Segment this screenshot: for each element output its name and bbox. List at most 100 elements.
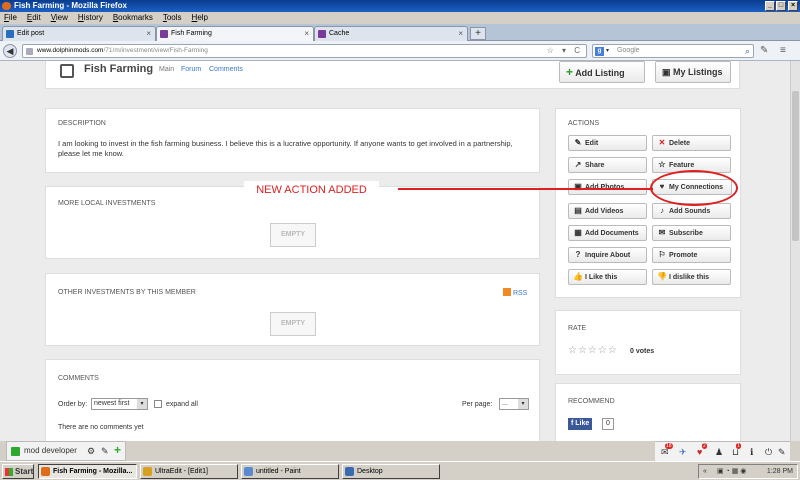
add-listing-label: Add Listing [575,68,625,78]
menu-tools[interactable]: Tools [163,12,182,24]
empty-badge: EMPTY [270,223,316,247]
delete-button[interactable]: ✕ Delete [652,135,731,151]
taskbar-paint[interactable]: untitled - Paint [241,464,339,479]
maximize-button[interactable]: □ [776,1,786,11]
new-tab-button[interactable]: + [470,27,486,40]
no-comments-text: There are no comments yet [58,424,144,431]
description-text: I am looking to invest in the fish farmi… [58,139,513,158]
user-icon[interactable]: ♟ [715,447,723,458]
url-bar[interactable]: www.dolphinmods.com/71/m/investment/view… [22,44,587,58]
taskbar-firefox[interactable]: Fish Farming - Mozilla... [38,464,137,479]
add-icon[interactable]: + [114,441,121,459]
add-videos-button[interactable]: ▤ Add Videos [568,203,647,219]
photo-icon: ▣ [574,182,582,191]
subnav-main[interactable]: Main [159,66,174,73]
annotation-ellipse [650,170,738,206]
scroll-thumb[interactable] [792,91,799,241]
subnav-comments[interactable]: Comments [209,66,243,73]
star-icon: ☆ [658,160,666,169]
chevron-down-icon[interactable]: ▾ [606,45,609,57]
like-button[interactable]: 👍 I Like this [568,269,647,285]
description-card: DESCRIPTION I am looking to invest in th… [45,108,540,173]
close-tab-icon[interactable]: × [458,27,463,41]
heart-icon[interactable]: ♥ [697,447,702,457]
tray-expand-icon[interactable]: « [703,465,707,478]
tab-edit-post[interactable]: Edit post × [2,26,156,41]
start-button[interactable]: Start [2,464,34,479]
site-favicon-icon [6,30,14,38]
add-sounds-label: Add Sounds [669,208,711,215]
tab-cache[interactable]: Cache × [314,26,468,41]
minimize-button[interactable]: _ [765,1,775,11]
power-icon[interactable]: ⏻ [765,447,772,458]
add-listing-button[interactable]: + Add Listing [559,61,645,83]
twitter-icon[interactable]: ✈ [679,447,687,458]
url-controls[interactable]: ☆ ▾ C [547,45,583,57]
empty-badge: EMPTY [270,312,316,336]
rate-heading: RATE [568,325,587,332]
close-tab-icon[interactable]: × [146,27,151,41]
menu-history[interactable]: History [78,12,103,24]
expand-all-label: expand all [166,401,198,408]
taskbar-label: Desktop [357,468,383,475]
share-label: Share [585,162,605,169]
menu-file[interactable]: File [4,12,17,24]
edit-button[interactable]: ✎ Edit [568,135,647,151]
question-icon: ? [575,250,581,259]
wrench-icon[interactable]: ✎ [778,447,786,458]
wrench-icon[interactable]: ✎ [760,45,768,56]
site-favicon-icon [318,30,326,38]
menu-edit[interactable]: Edit [27,12,41,24]
subscribe-button[interactable]: ✉ Subscribe [652,225,731,241]
delete-label: Delete [669,140,691,147]
search-icon[interactable]: ⌕ [745,45,750,57]
heart-badge: 2 [702,443,707,449]
menu-icon[interactable]: ≡ [780,45,786,56]
share-button[interactable]: ↗ Share [568,157,647,173]
taskbar-desktop[interactable]: Desktop [342,464,440,479]
windows-logo-icon [5,468,13,476]
expand-all-checkbox[interactable] [154,400,162,408]
like-label: Like [575,420,590,427]
site-favicon-icon [160,30,168,38]
menu-help[interactable]: Help [192,12,208,24]
my-listings-button[interactable]: ▣ My Listings [655,61,731,83]
system-tray: « ▣ ◔ ▦ ◉ 1:28 PM [698,464,798,479]
info-icon[interactable]: ℹ [750,447,753,458]
windows-taskbar: Start Fish Farming - Mozilla... UltraEdi… [0,461,800,480]
dislike-button[interactable]: 👎 I dislike this [652,269,731,285]
page-scrollbar[interactable] [790,61,800,441]
close-tab-icon[interactable]: × [304,27,309,41]
tab-fish-farming[interactable]: Fish Farming × [156,26,314,41]
edit-icon: ✎ [574,138,582,147]
per-page-select[interactable]: ... ▾ [499,398,529,410]
site-identity-icon[interactable] [26,48,33,55]
votes-count: 0 votes [630,348,655,355]
add-documents-button[interactable]: ▦ Add Documents [568,225,647,241]
menu-view[interactable]: View [51,12,68,24]
mod-developer-label[interactable]: mod developer [24,442,77,460]
facebook-like-button[interactable]: f Like [568,418,593,430]
promote-button[interactable]: ⚐ Promote [652,247,731,263]
close-window-button[interactable]: × [788,1,798,11]
back-button[interactable]: ◀ [3,44,17,58]
developer-icon [11,447,20,456]
like-count: 0 [602,418,614,430]
gear-icon[interactable]: ⚙ [87,442,95,460]
add-photos-button[interactable]: ▣Add Photos [568,179,647,195]
mail-badge: 18 [665,443,673,449]
search-bar[interactable]: g ▾ Google ⌕ [592,44,754,58]
order-by-select[interactable]: newest first ▾ [91,398,148,410]
inquire-about-button[interactable]: ? Inquire About [568,247,647,263]
taskbar-label: UltraEdit - [Edit1] [155,468,208,475]
edit-icon[interactable]: ✎ [101,442,109,460]
google-icon[interactable]: g [595,47,604,56]
menu-bookmarks[interactable]: Bookmarks [113,12,153,24]
tray-icons[interactable]: ▣ ◔ ▦ ◉ [717,465,746,478]
dislike-label: I dislike this [669,274,710,281]
subnav-forum[interactable]: Forum [181,66,201,73]
rating-stars[interactable]: ☆☆☆☆☆ [568,345,618,356]
share-icon: ↗ [574,160,582,169]
rss-link[interactable]: RSS [503,288,527,297]
taskbar-ultraedit[interactable]: UltraEdit - [Edit1] [140,464,238,479]
